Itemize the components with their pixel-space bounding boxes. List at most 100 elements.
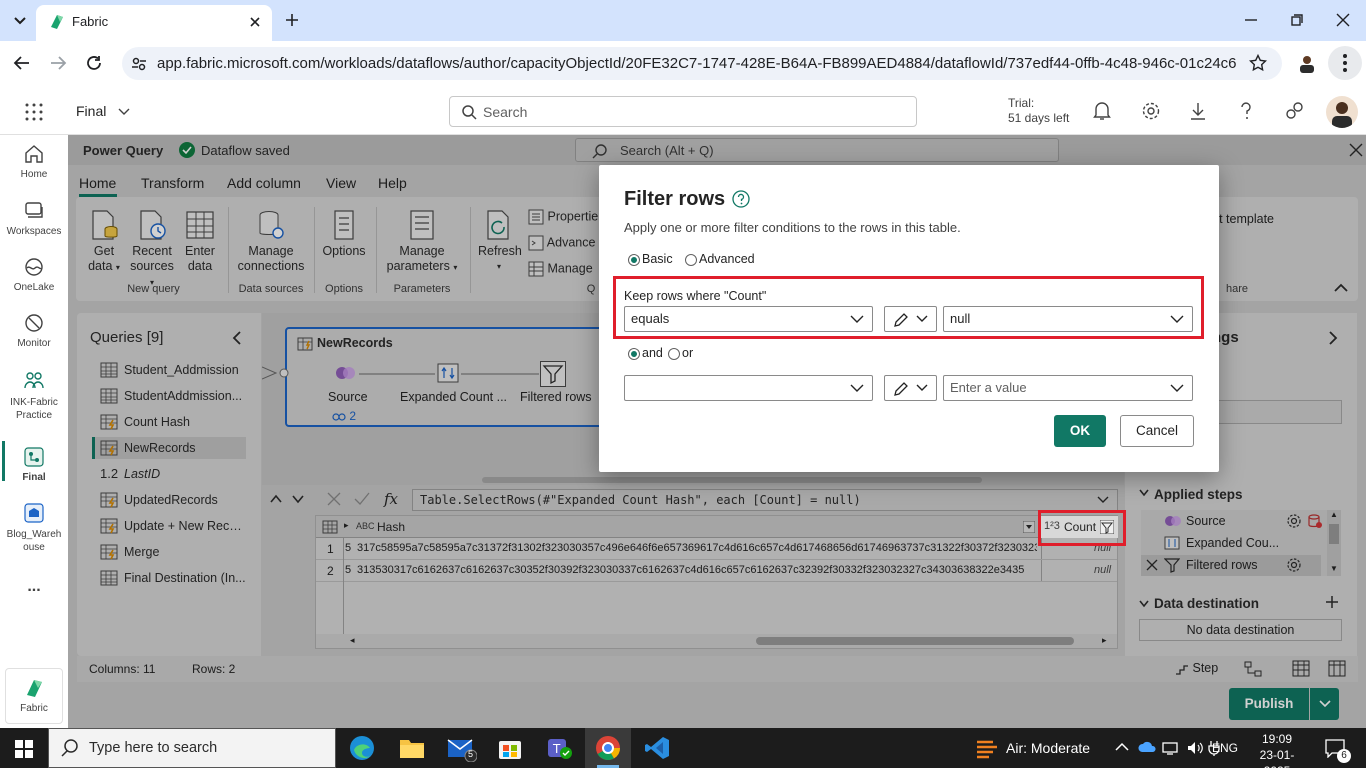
tray-chevron-icon[interactable] [1115,742,1129,752]
filter-rows-dialog: Filter rows Apply one or more filter con… [599,165,1219,472]
and-radio[interactable] [628,348,640,360]
browser-menu-icon[interactable] [1328,46,1362,80]
value-placeholder: Enter a value [950,380,1027,395]
rail-label: Final [22,472,46,483]
taskbar-search-placeholder: Type here to search [89,740,218,756]
workspace-switcher[interactable]: Final [76,103,130,119]
app-launcher-icon[interactable] [24,102,44,122]
dialog-subtitle: Apply one or more filter conditions to t… [624,220,961,235]
rail-ink-fabric-practice[interactable]: INK-Fabric Practice [0,370,68,422]
cancel-button[interactable]: Cancel [1120,415,1194,447]
reload-icon[interactable] [85,54,103,72]
tab-search-icon[interactable] [10,10,30,30]
advanced-label: Advanced [699,252,755,266]
chrome-icon [596,736,620,761]
clock-time: 19:09 [1261,732,1293,746]
profile-avatar-icon[interactable] [1296,52,1318,74]
onelake-icon [25,258,43,276]
user-avatar[interactable] [1326,96,1358,128]
fabric-experience-switcher[interactable]: Fabric [5,668,63,724]
trial-label: Trial: [1008,96,1035,110]
value-type-dropdown-2[interactable] [884,375,937,401]
rail-blog-warehouse[interactable]: Blog_Wareh ouse [0,502,68,554]
language-indicator[interactable]: ENG [1212,741,1238,755]
or-label: or [682,346,694,360]
download-icon[interactable] [1189,101,1207,121]
clock[interactable]: 19:09 23-01-2025 [1248,731,1306,768]
rail-home[interactable]: Home [0,143,68,180]
warehouse-icon [24,503,44,523]
rail-more[interactable]: ... [0,578,68,596]
monitor-icon [25,314,43,332]
rail-label: Workspaces [6,226,62,237]
network-icon[interactable] [1162,740,1178,756]
rail-label: Blog_Wareh ouse [6,529,62,553]
teams-icon[interactable]: T [546,735,574,761]
home-icon [25,145,43,163]
condition-highlight-box [613,276,1204,339]
mail-badge: 5 [468,749,474,759]
trial-days: 51 days left [1008,111,1070,125]
help-icon[interactable] [1238,101,1254,121]
tab-title: Fabric [72,14,109,29]
file-explorer-icon[interactable] [399,737,425,759]
clock-date: 23-01-2025 [1259,748,1295,768]
fabric-logo-icon [27,680,42,697]
onedrive-icon[interactable] [1138,740,1156,754]
workspace-name: Final [76,103,107,119]
volume-icon[interactable] [1186,740,1204,756]
rail-workspaces[interactable]: Workspaces [0,200,68,237]
weather-text[interactable]: Air: Moderate [1006,740,1090,756]
browser-tab[interactable]: Fabric [36,5,272,41]
operator-dropdown-2[interactable] [624,375,873,401]
rail-monitor[interactable]: Monitor [0,312,68,349]
new-tab-icon[interactable] [284,12,300,28]
pencil-icon [894,382,908,396]
chrome-taskbar-active[interactable] [585,728,631,768]
rail-label: Monitor [17,338,51,349]
rail-label: Home [20,169,48,180]
notification-count: 6 [1337,749,1351,763]
edge-icon[interactable] [349,735,375,761]
bookmark-star-icon[interactable] [1249,54,1267,72]
back-icon[interactable] [13,54,31,72]
notifications-icon[interactable] [1093,101,1111,121]
windows-start-icon[interactable] [15,740,33,758]
url-text[interactable]: app.fabric.microsoft.com/workloads/dataf… [157,55,1237,72]
help-circle-icon[interactable] [732,190,750,208]
restore-icon[interactable] [1289,12,1305,28]
advanced-radio[interactable] [685,254,697,266]
rail-label: INK-Fabric Practice [10,397,58,421]
value-input-2[interactable]: Enter a value [943,375,1193,401]
fabric-favicon-icon [48,13,66,31]
count-column-highlight-box [1038,510,1126,546]
search-icon [61,739,79,757]
dataflow-icon [24,447,44,467]
rail-label: OneLake [13,282,55,293]
basic-label: Basic [642,252,673,266]
window-close-icon[interactable] [1335,12,1351,28]
svg-text:T: T [552,742,561,756]
ok-button[interactable]: OK [1054,415,1106,447]
store-icon[interactable] [498,736,522,760]
workspace-people-icon [24,372,44,389]
search-placeholder: Search [483,104,528,120]
tab-close-icon[interactable] [248,15,262,29]
forward-icon[interactable] [49,54,67,72]
site-info-icon[interactable] [130,55,148,73]
settings-gear-icon[interactable] [1141,101,1161,121]
chevron-down-icon [916,384,928,391]
and-label: and [642,346,663,360]
minimize-icon[interactable] [1243,12,1259,28]
or-radio[interactable] [668,348,680,360]
rail-final[interactable]: Final [0,446,68,483]
feedback-icon[interactable] [1285,101,1305,121]
air-quality-icon[interactable] [975,736,999,760]
rail-onelake[interactable]: OneLake [0,256,68,293]
vscode-icon[interactable] [644,735,670,761]
taskbar-search-box[interactable]: Type here to search [48,728,336,768]
global-search-input[interactable]: Search [449,96,917,127]
chevron-down-icon [850,384,864,392]
basic-radio[interactable] [628,254,640,266]
trial-status[interactable]: Trial: 51 days left [1008,96,1069,126]
